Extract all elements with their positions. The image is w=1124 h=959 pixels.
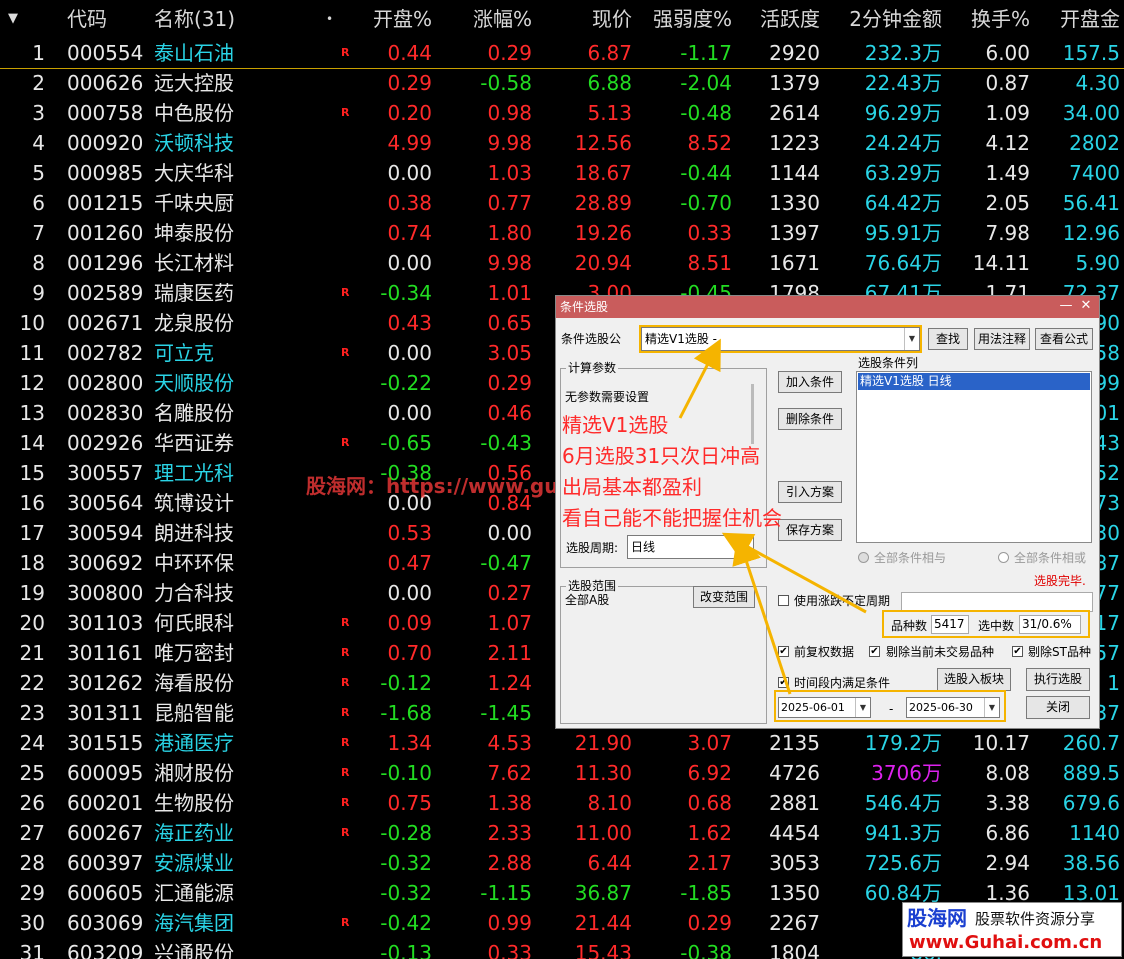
annotation-line-3: 出局基本都盈利 bbox=[562, 475, 702, 499]
annotation-line-4: 看自己能不能把握住机会 bbox=[562, 506, 782, 530]
logo-main: 股海网 bbox=[907, 906, 967, 930]
arrow-to-formula bbox=[678, 338, 721, 419]
logo-tagline: 股票软件资源分享 bbox=[975, 910, 1096, 928]
site-logo: 股海网 股票软件资源分享 www.Guhai.com.cn bbox=[902, 902, 1122, 957]
annotation-line-1: 精选V1选股 bbox=[562, 413, 669, 437]
arrow-to-dates bbox=[732, 533, 792, 695]
logo-url: www.Guhai.com.cn bbox=[909, 932, 1103, 953]
annotation-line-2: 6月选股31只次日冲高 bbox=[562, 444, 761, 468]
arrow-to-counts bbox=[721, 532, 867, 614]
